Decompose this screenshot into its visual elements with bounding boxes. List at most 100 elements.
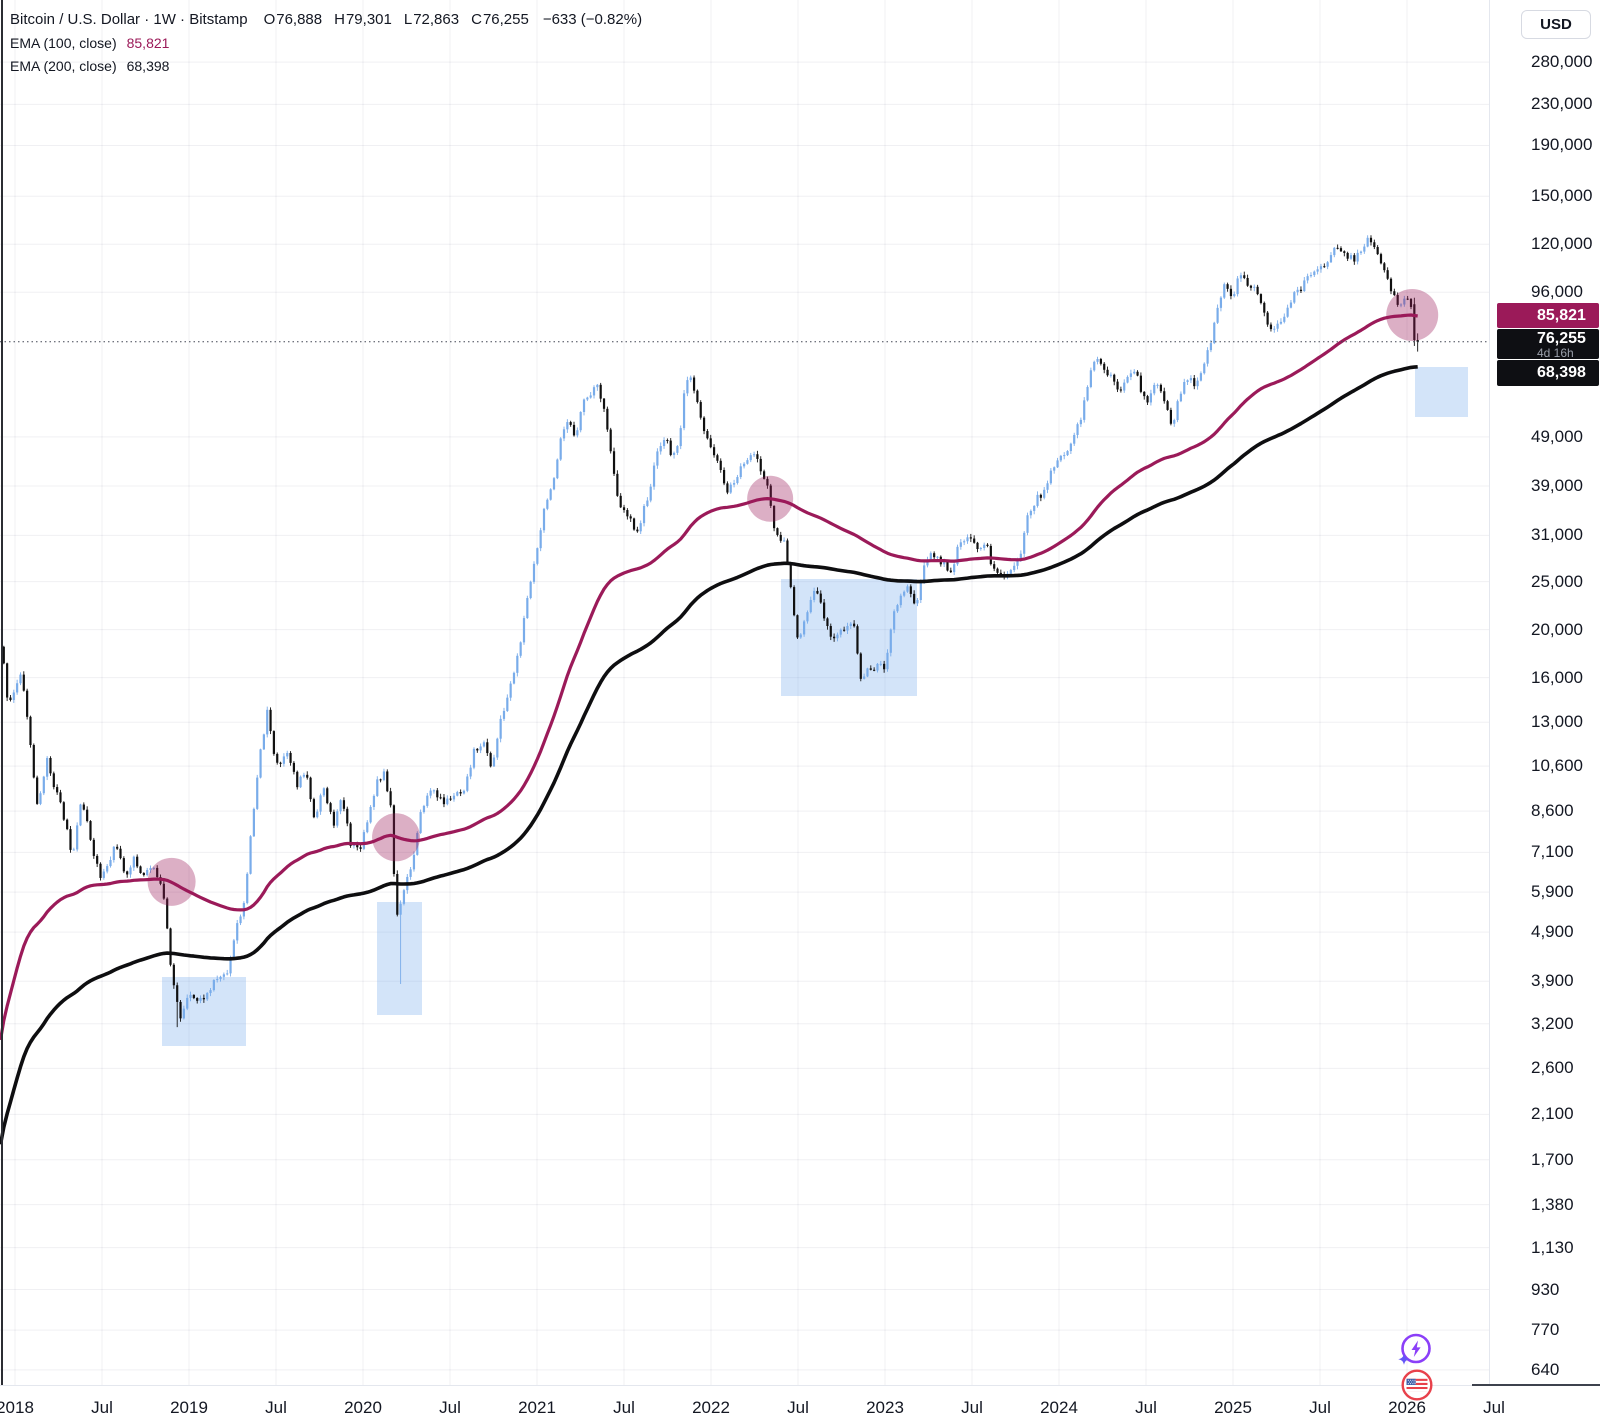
candle	[523, 616, 525, 645]
candle	[283, 753, 285, 766]
candle	[993, 561, 995, 571]
symbol-row[interactable]: Bitcoin / U.S. Dollar · 1W · Bitstamp O7…	[10, 8, 642, 32]
candle	[76, 822, 78, 851]
price-tick-label: 25,000	[1531, 572, 1583, 592]
ema-touch-circle[interactable]	[747, 476, 793, 522]
candle	[1213, 322, 1215, 344]
candle	[453, 793, 455, 802]
price-tick-label: 3,200	[1531, 1014, 1574, 1034]
candle	[146, 868, 148, 877]
candle	[1033, 505, 1035, 514]
candle	[1273, 326, 1275, 333]
candle	[866, 668, 868, 677]
candle	[423, 805, 425, 814]
candle	[1343, 250, 1345, 256]
candle	[1066, 450, 1068, 456]
price-axis[interactable]: USD 280,000230,000190,000150,000120,0009…	[1489, 0, 1600, 1385]
price-tick-label: 190,000	[1531, 135, 1592, 155]
candle	[213, 979, 215, 991]
candle	[500, 715, 502, 742]
candle	[106, 864, 108, 873]
candle	[113, 846, 115, 863]
candle	[553, 477, 555, 490]
highlight-box[interactable]	[781, 579, 917, 696]
candle	[556, 458, 558, 479]
candle	[119, 846, 121, 859]
candle	[1166, 400, 1168, 411]
candle	[633, 518, 635, 531]
candle	[299, 775, 301, 788]
candle	[339, 799, 341, 814]
us-flag-icon[interactable]	[1400, 1368, 1434, 1402]
price-tick-label: 8,600	[1531, 801, 1574, 821]
indicator-row-ema100[interactable]: EMA (100, close) 85,821	[10, 32, 642, 55]
candle	[73, 848, 75, 851]
candle	[249, 835, 251, 874]
candle	[103, 869, 105, 880]
highlight-box[interactable]	[377, 902, 422, 1015]
candle	[1023, 531, 1025, 557]
candle	[1113, 374, 1115, 386]
candle	[93, 838, 95, 859]
candle	[520, 641, 522, 657]
candle	[1030, 509, 1032, 518]
candle	[1053, 466, 1055, 473]
candle	[1196, 377, 1198, 389]
supercharts-lightning-icon[interactable]	[1396, 1331, 1436, 1371]
candle	[730, 482, 732, 494]
candle	[606, 407, 608, 432]
candle	[1086, 385, 1088, 401]
price-chart-canvas[interactable]	[0, 0, 1489, 1385]
candle	[1136, 370, 1138, 376]
candle	[1230, 285, 1232, 299]
time-tick-label-year: 2018	[0, 1398, 34, 1418]
candle	[1130, 370, 1132, 380]
ema200-value: 68,398	[127, 55, 170, 78]
ema200-label: EMA (200, close)	[10, 55, 117, 78]
candle	[1186, 379, 1188, 385]
symbol-title[interactable]: Bitcoin / U.S. Dollar · 1W · Bitstamp	[10, 8, 248, 32]
candle	[1240, 273, 1242, 282]
candle	[753, 452, 755, 457]
candle	[169, 928, 171, 967]
candle	[1313, 270, 1315, 277]
candle	[1293, 291, 1295, 304]
candle	[960, 539, 962, 550]
candle	[133, 856, 135, 871]
candle	[1140, 372, 1142, 393]
ema-touch-circle[interactable]	[148, 858, 196, 906]
time-axis[interactable]: 2018Jul2019Jul2020Jul2021Jul2022Jul2023J…	[0, 1385, 1600, 1427]
candle	[673, 452, 675, 459]
highlight-box[interactable]	[1415, 367, 1468, 417]
candle	[239, 915, 241, 926]
candle	[1257, 285, 1259, 295]
time-tick-label-year: 2023	[866, 1398, 904, 1418]
candle	[323, 787, 325, 797]
candle	[656, 448, 658, 469]
candle	[596, 384, 598, 391]
candle	[53, 772, 55, 790]
candle	[570, 421, 572, 427]
currency-button[interactable]: USD	[1521, 10, 1591, 39]
candle	[1203, 362, 1205, 374]
time-tick-label-year: 2020	[344, 1398, 382, 1418]
ema-touch-circle[interactable]	[372, 813, 420, 861]
candle	[1200, 371, 1202, 381]
candle	[436, 788, 438, 801]
candle	[653, 462, 655, 489]
highlight-box[interactable]	[162, 977, 246, 1046]
time-tick-label-jul: Jul	[265, 1398, 287, 1418]
candle	[1083, 397, 1085, 423]
candle	[66, 819, 68, 831]
candle	[1063, 452, 1065, 459]
candle	[1337, 244, 1339, 249]
candle	[1357, 250, 1359, 265]
candle	[403, 889, 405, 905]
candle	[390, 788, 392, 808]
candle	[1360, 251, 1362, 255]
ema100-label: EMA (100, close)	[10, 32, 117, 55]
price-tick-label: 96,000	[1531, 282, 1583, 302]
indicator-row-ema200[interactable]: EMA (200, close) 68,398	[10, 55, 642, 78]
ema200-price-badge: 68,398	[1497, 360, 1599, 386]
ema-touch-circle[interactable]	[1386, 289, 1438, 341]
